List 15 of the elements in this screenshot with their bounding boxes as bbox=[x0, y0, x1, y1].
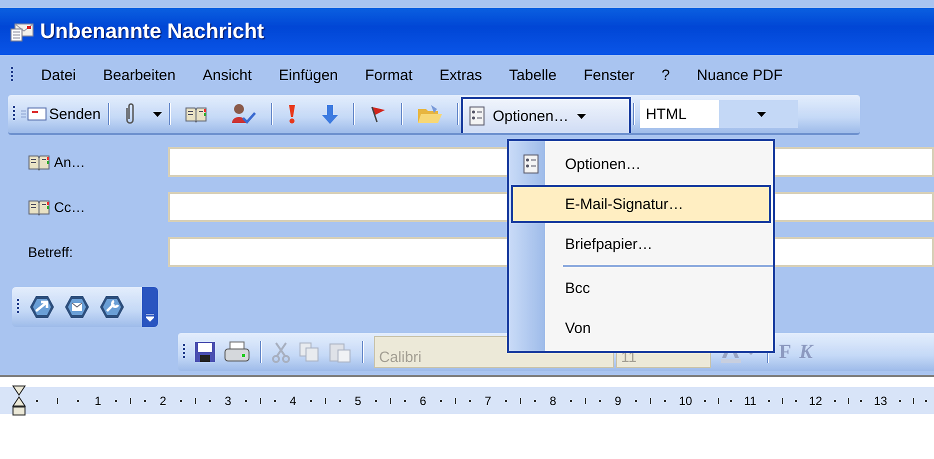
ruler-number: 11 bbox=[744, 394, 756, 408]
ruler-number: 5 bbox=[354, 394, 362, 408]
ruler-number: 3 bbox=[224, 394, 232, 408]
ruler-number: 12 bbox=[808, 394, 822, 408]
ruler-number: 2 bbox=[160, 394, 166, 408]
ruler-number: 10 bbox=[678, 394, 692, 408]
ruler-number: 9 bbox=[614, 394, 622, 408]
ruler-number: 6 bbox=[420, 394, 426, 408]
field-label: Betreff: bbox=[28, 244, 73, 260]
ruler-number: 7 bbox=[484, 394, 492, 408]
ruler-number: 13 bbox=[874, 394, 888, 408]
ruler-number: 1 bbox=[94, 394, 102, 408]
window-title: Unbenannte Nachricht bbox=[40, 20, 264, 44]
ruler-number: 8 bbox=[550, 394, 556, 408]
ruler-number: 4 bbox=[290, 394, 296, 408]
